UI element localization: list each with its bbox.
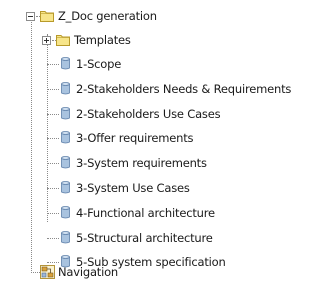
tree-node-label: Templates [74, 33, 131, 47]
tree-node-label: 3-System requirements [76, 156, 207, 170]
tree-node-document[interactable]: 4-Functional architecture [0, 205, 336, 221]
tree-node-label: 1-Scope [76, 57, 122, 71]
document-cylinder-icon [61, 131, 70, 144]
document-cylinder-icon [61, 181, 70, 194]
tree-node-label: 3-System Use Cases [76, 181, 190, 195]
tree-connector-stub [47, 89, 59, 90]
tree-connector-stub [47, 163, 59, 164]
tree-node-document[interactable]: 5-Structural architecture [0, 230, 336, 246]
tree-node-label: Z_Doc generation [58, 9, 157, 23]
tree-node-label: Navigation [58, 265, 119, 279]
tree-connector-stub [47, 114, 59, 115]
expand-toggle[interactable] [42, 36, 51, 45]
tree-node-document[interactable]: 2-Stakeholders Use Cases [0, 106, 336, 122]
document-cylinder-icon [61, 107, 70, 120]
tree-node-label: 3-Offer requirements [76, 131, 194, 145]
tree-node-label: 2-Stakeholders Needs & Requirements [76, 82, 292, 96]
tree-node-label: 4-Functional architecture [76, 206, 215, 220]
tree-node-root[interactable]: Z_Doc generation [0, 8, 336, 24]
folder-icon [40, 11, 54, 22]
document-cylinder-icon [61, 82, 70, 95]
tree-connector-stub [47, 138, 59, 139]
tree-node-label: 2-Stakeholders Use Cases [76, 107, 221, 121]
tree-connector-stub [31, 272, 40, 273]
document-cylinder-icon [61, 206, 70, 219]
tree-connector-stub [47, 262, 59, 263]
model-tree: Z_Doc generation Templates 1-Scope 2-Stak… [0, 0, 336, 283]
tree-connector-stub [47, 213, 59, 214]
document-cylinder-icon [61, 231, 70, 244]
tree-node-label: 5-Structural architecture [76, 231, 213, 245]
tree-node-document[interactable]: 3-System Use Cases [0, 180, 336, 196]
navigation-diagram-icon [40, 265, 55, 279]
tree-connector-stub [47, 188, 59, 189]
tree-node-document[interactable]: 3-System requirements [0, 155, 336, 171]
tree-node-navigation[interactable]: Navigation [0, 264, 336, 280]
document-cylinder-icon [61, 156, 70, 169]
tree-node-document[interactable]: 1-Scope [0, 56, 336, 72]
tree-node-document[interactable]: 3-Offer requirements [0, 130, 336, 146]
tree-connector-stub [47, 64, 59, 65]
collapse-toggle[interactable] [26, 12, 35, 21]
tree-connector-stub [47, 238, 59, 239]
tree-node-document[interactable]: 2-Stakeholders Needs & Requirements [0, 81, 336, 97]
document-cylinder-icon [61, 57, 70, 70]
tree-node-templates[interactable]: Templates [0, 32, 336, 48]
folder-icon [56, 35, 70, 46]
